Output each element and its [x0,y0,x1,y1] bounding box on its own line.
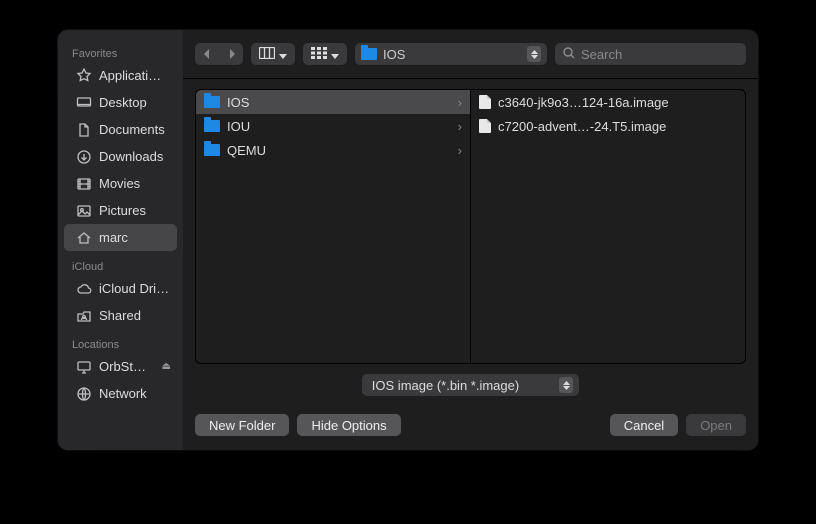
sidebar-item-pictures[interactable]: Pictures [64,197,177,224]
search-placeholder: Search [581,47,622,62]
updown-icon [527,46,541,62]
chevron-right-icon: › [458,119,462,134]
sidebar-item-shared[interactable]: Shared [64,302,177,329]
column-browser: IOS › IOU › QEMU › c3640-jk9o3…124-16a. [195,89,746,364]
path-label: IOS [383,47,405,62]
group-mode-button[interactable] [303,43,347,65]
display-icon [76,359,92,375]
downloads-icon [76,149,92,165]
cancel-button[interactable]: Cancel [610,414,678,436]
sidebar: Favorites Applicati… Desktop Documents D… [58,30,183,450]
pictures-icon [76,203,92,219]
folder-row[interactable]: IOS › [196,90,470,114]
file-row[interactable]: c7200-advent…-24.T5.image [471,114,745,138]
new-folder-button[interactable]: New Folder [195,414,289,436]
hide-options-button[interactable]: Hide Options [297,414,400,436]
row-label: IOS [227,95,451,110]
sidebar-item-movies[interactable]: Movies [64,170,177,197]
row-label: IOU [227,119,451,134]
folder-icon [204,120,220,132]
search-field[interactable]: Search [555,43,746,65]
column-1[interactable]: IOS › IOU › QEMU › [196,90,471,363]
folder-row[interactable]: IOU › [196,114,470,138]
sidebar-item-home[interactable]: marc [64,224,177,251]
sidebar-item-label: iCloud Dri… [99,281,169,296]
sidebar-item-applications[interactable]: Applicati… [64,62,177,89]
open-button[interactable]: Open [686,414,746,436]
grid-icon [311,47,327,62]
sidebar-item-label: marc [99,230,128,245]
toolbar: IOS Search [183,30,758,79]
cloud-icon [76,281,92,297]
applications-icon [76,68,92,84]
sidebar-item-label: Network [99,386,147,401]
nav-group [195,43,243,65]
file-row[interactable]: c3640-jk9o3…124-16a.image [471,90,745,114]
section-label-locations: Locations [72,339,183,351]
folder-row[interactable]: QEMU › [196,138,470,162]
folder-icon [204,144,220,156]
filetype-popup[interactable]: IOS image (*.bin *.image) [362,374,579,396]
shared-icon [76,308,92,324]
row-label: c3640-jk9o3…124-16a.image [498,95,737,110]
row-label: c7200-advent…-24.T5.image [498,119,737,134]
sidebar-item-label: Shared [99,308,141,323]
open-dialog: Favorites Applicati… Desktop Documents D… [58,30,758,450]
sidebar-item-label: Applicati… [99,68,161,83]
movies-icon [76,176,92,192]
filetype-label: IOS image (*.bin *.image) [372,378,519,393]
chevron-down-icon [279,47,287,62]
sidebar-item-label: Desktop [99,95,147,110]
sidebar-item-label: Documents [99,122,165,137]
sidebar-item-orbstack[interactable]: OrbSt… ⏏ [64,353,177,380]
documents-icon [76,122,92,138]
file-icon [479,95,491,109]
sidebar-item-icloud-drive[interactable]: iCloud Dri… [64,275,177,302]
updown-icon [559,377,573,393]
sidebar-item-documents[interactable]: Documents [64,116,177,143]
chevron-down-icon [331,47,339,62]
section-label-favorites: Favorites [72,48,183,60]
eject-icon[interactable]: ⏏ [162,361,171,372]
column-2[interactable]: c3640-jk9o3…124-16a.image c7200-advent…-… [471,90,745,363]
columns-icon [259,47,275,62]
back-button[interactable] [195,43,219,65]
chevron-right-icon: › [458,143,462,158]
footer: New Folder Hide Options Cancel Open [183,406,758,450]
sidebar-item-label: Downloads [99,149,163,164]
forward-button[interactable] [219,43,243,65]
sidebar-item-label: Pictures [99,203,146,218]
main: IOS Search IOS › IOU [183,30,758,450]
sidebar-item-label: Movies [99,176,140,191]
view-mode-button[interactable] [251,43,295,65]
row-label: QEMU [227,143,451,158]
section-label-icloud: iCloud [72,261,183,273]
sidebar-item-desktop[interactable]: Desktop [64,89,177,116]
sidebar-item-downloads[interactable]: Downloads [64,143,177,170]
search-icon [563,47,575,62]
filetype-row: IOS image (*.bin *.image) [183,364,758,406]
folder-icon [204,96,220,108]
path-popup[interactable]: IOS [355,43,547,65]
sidebar-item-network[interactable]: Network [64,380,177,407]
network-icon [76,386,92,402]
home-icon [76,230,92,246]
sidebar-item-label: OrbSt… [99,359,146,374]
file-icon [479,119,491,133]
desktop-icon [76,95,92,111]
chevron-right-icon: › [458,95,462,110]
folder-icon [361,48,377,60]
